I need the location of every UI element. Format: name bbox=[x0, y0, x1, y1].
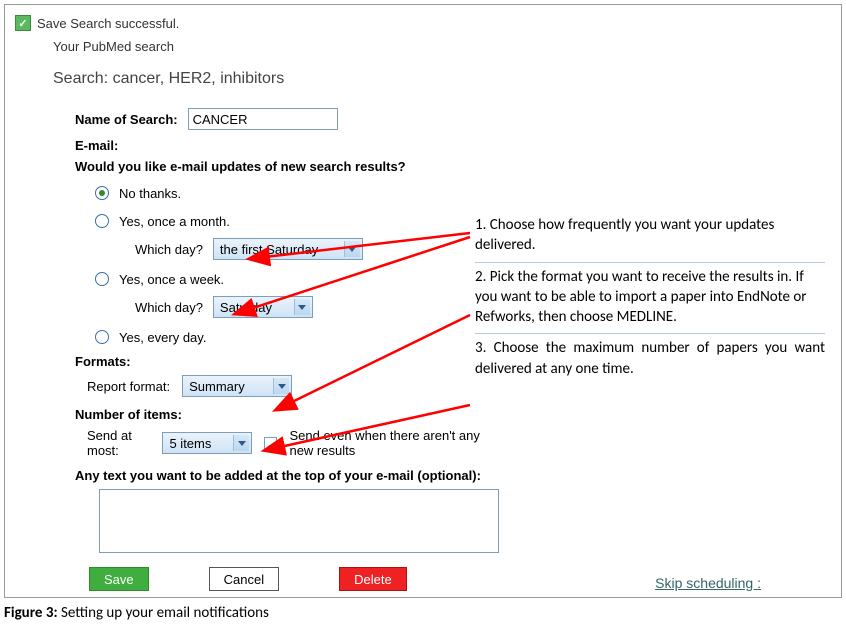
send-even-empty-checkbox[interactable] bbox=[264, 437, 277, 450]
annotation-area: 1. Choose how frequently you want your u… bbox=[475, 215, 825, 385]
radio-once-week[interactable] bbox=[95, 272, 109, 286]
radio-no-thanks[interactable] bbox=[95, 186, 109, 200]
radio-no-thanks-label: No thanks. bbox=[119, 186, 181, 201]
status-text: Save Search successful. bbox=[37, 16, 179, 31]
chevron-down-icon bbox=[233, 435, 249, 451]
figure-caption: Figure 3: Setting up your email notifica… bbox=[4, 604, 842, 622]
button-row: Save Cancel Delete bbox=[89, 567, 495, 591]
search-terms: Search: cancer, HER2, inhibitors bbox=[53, 70, 831, 88]
send-at-most-label: Send at most: bbox=[87, 428, 150, 458]
which-day-week-value: Saturday bbox=[220, 300, 272, 315]
frequency-radio-group: No thanks. Yes, once a month. Which day?… bbox=[95, 182, 495, 348]
check-icon: ✓ bbox=[15, 15, 31, 31]
skip-scheduling-link[interactable]: Skip scheduling : bbox=[655, 575, 761, 591]
extra-text-label: Any text you want to be added at the top… bbox=[75, 468, 495, 483]
form-panel: ✓ Save Search successful. Your PubMed se… bbox=[4, 4, 842, 598]
figure-caption-text: Setting up your email notifications bbox=[58, 604, 269, 622]
send-even-empty-label: Send even when there aren't any new resu… bbox=[289, 428, 495, 458]
which-day-week-select[interactable]: Saturday bbox=[213, 296, 313, 318]
chevron-down-icon bbox=[273, 378, 289, 394]
radio-once-month-row[interactable]: Yes, once a month. bbox=[95, 210, 495, 232]
email-label: E-mail: bbox=[75, 138, 495, 153]
radio-once-week-label: Yes, once a week. bbox=[119, 272, 224, 287]
chevron-down-icon bbox=[294, 299, 310, 315]
radio-no-thanks-row[interactable]: No thanks. bbox=[95, 182, 495, 204]
name-of-search-input[interactable] bbox=[188, 108, 338, 130]
your-search-heading: Your PubMed search bbox=[53, 39, 831, 54]
which-day-month-row: Which day? the first Saturday bbox=[135, 238, 495, 260]
items-heading: Number of items: bbox=[75, 407, 495, 422]
formats-row: Report format: Summary bbox=[87, 375, 495, 397]
annotation-2: 2. Pick the format you want to receive t… bbox=[475, 262, 825, 328]
delete-button[interactable]: Delete bbox=[339, 567, 407, 591]
report-format-label: Report format: bbox=[87, 379, 170, 394]
radio-once-month[interactable] bbox=[95, 214, 109, 228]
radio-every-day[interactable] bbox=[95, 330, 109, 344]
figure-label: Figure 3: bbox=[4, 604, 58, 622]
radio-every-day-row[interactable]: Yes, every day. bbox=[95, 326, 495, 348]
which-day-week-label: Which day? bbox=[135, 300, 203, 315]
save-button[interactable]: Save bbox=[89, 567, 149, 591]
items-row: Send at most: 5 items Send even when the… bbox=[87, 428, 495, 458]
extra-text-textarea[interactable] bbox=[99, 489, 499, 553]
name-of-search-label: Name of Search: bbox=[75, 112, 178, 127]
name-of-search-row: Name of Search: bbox=[75, 108, 495, 130]
radio-once-month-label: Yes, once a month. bbox=[119, 214, 230, 229]
status-row: ✓ Save Search successful. bbox=[15, 15, 831, 31]
radio-every-day-label: Yes, every day. bbox=[119, 330, 206, 345]
cancel-button[interactable]: Cancel bbox=[209, 567, 279, 591]
report-format-select[interactable]: Summary bbox=[182, 375, 292, 397]
radio-once-week-row[interactable]: Yes, once a week. bbox=[95, 268, 495, 290]
form-area: Name of Search: E-mail: Would you like e… bbox=[75, 108, 495, 591]
update-question: Would you like e-mail updates of new sea… bbox=[75, 159, 495, 174]
annotation-1: 1. Choose how frequently you want your u… bbox=[475, 215, 825, 256]
which-day-month-value: the first Saturday bbox=[220, 242, 318, 257]
formats-heading: Formats: bbox=[75, 354, 495, 369]
which-day-week-row: Which day? Saturday bbox=[135, 296, 495, 318]
which-day-month-label: Which day? bbox=[135, 242, 203, 257]
annotation-3: 3. Choose the maximum number of papers y… bbox=[475, 333, 825, 379]
send-at-most-value: 5 items bbox=[169, 436, 211, 451]
chevron-down-icon bbox=[344, 241, 360, 257]
which-day-month-select[interactable]: the first Saturday bbox=[213, 238, 363, 260]
report-format-value: Summary bbox=[189, 379, 245, 394]
send-at-most-select[interactable]: 5 items bbox=[162, 432, 252, 454]
